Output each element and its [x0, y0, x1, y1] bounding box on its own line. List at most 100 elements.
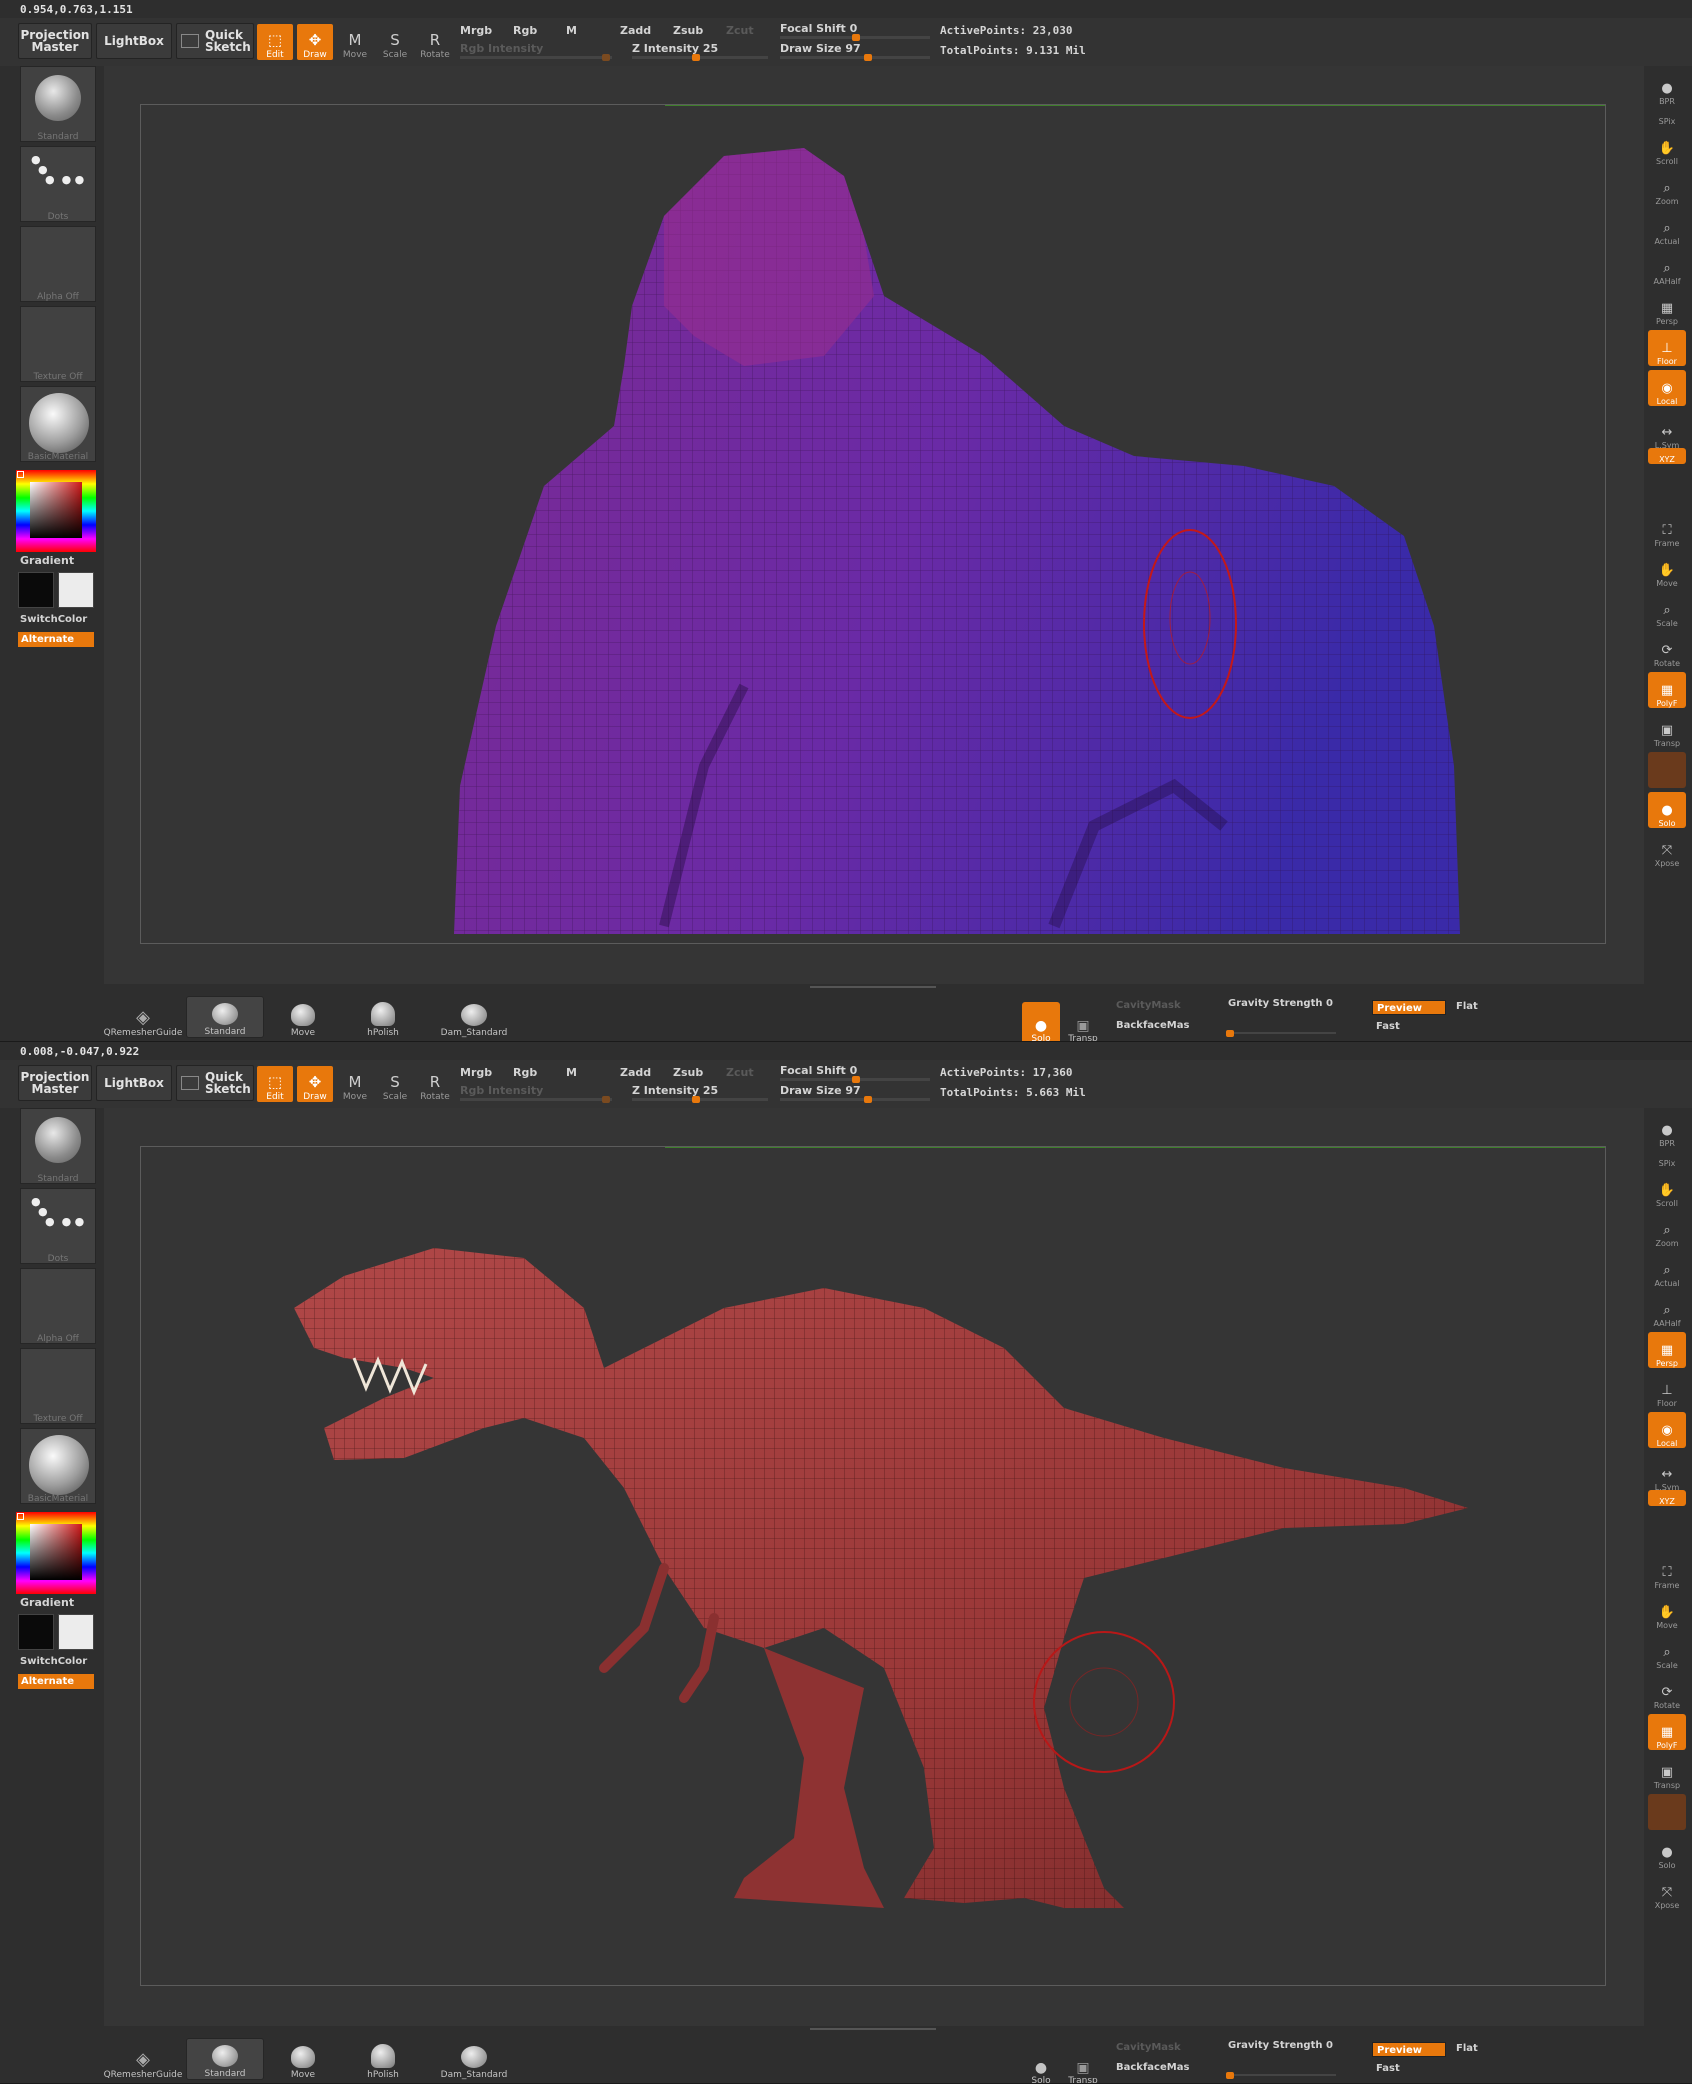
- alternate-button[interactable]: Alternate: [18, 1674, 94, 1689]
- right-lsym-button[interactable]: ↔ L.Sym: [1648, 414, 1686, 450]
- move-button[interactable]: M Move: [337, 1066, 373, 1102]
- gravity-track[interactable]: [1226, 1030, 1336, 1037]
- right-rotate-button[interactable]: ⟳ Rotate: [1648, 632, 1686, 668]
- scale-button[interactable]: S Scale: [377, 24, 413, 60]
- rotate-button[interactable]: R Rotate: [417, 24, 453, 60]
- focal-shift-track[interactable]: [780, 34, 930, 41]
- right-frame-button[interactable]: ⛶ Frame: [1648, 1554, 1686, 1590]
- rgb-intensity-slider[interactable]: Rgb Intensity: [460, 1084, 543, 1097]
- switch-color-button[interactable]: SwitchColor: [20, 614, 87, 625]
- brush-hpolish[interactable]: hPolish: [344, 2038, 422, 2080]
- brush-thumbnail[interactable]: [20, 1108, 96, 1184]
- right-zoom-button[interactable]: ⌕ Zoom: [1648, 170, 1686, 206]
- backface-mask-toggle[interactable]: BackfaceMas: [1116, 2062, 1189, 2073]
- lightbox-button[interactable]: LightBox: [96, 23, 172, 59]
- right-frame-button[interactable]: ⛶ Frame: [1648, 512, 1686, 548]
- brush-qremesher[interactable]: ◈ QRemesherGuide: [104, 2038, 183, 2080]
- right-polyf-button[interactable]: ▦ PolyF: [1648, 1714, 1686, 1750]
- draw-size-slider[interactable]: Draw Size 97: [780, 1084, 861, 1097]
- right-xyz-button[interactable]: XYZ: [1648, 448, 1686, 464]
- draw-size-track[interactable]: [780, 1096, 930, 1103]
- right-polyf-button[interactable]: ▦ PolyF: [1648, 672, 1686, 708]
- right-move-button[interactable]: ✋ Move: [1648, 552, 1686, 588]
- focal-shift-slider[interactable]: Focal Shift 0: [780, 1064, 857, 1077]
- right-xpose-button[interactable]: ⤧ Xpose: [1648, 1874, 1686, 1910]
- draw-size-slider[interactable]: Draw Size 97: [780, 42, 861, 55]
- material-swatch[interactable]: [1648, 1794, 1686, 1830]
- draw-size-track[interactable]: [780, 54, 930, 61]
- brush-move[interactable]: Move: [264, 996, 342, 1038]
- cavity-mask-toggle[interactable]: CavityMask: [1116, 1000, 1181, 1011]
- material-thumbnail[interactable]: [20, 386, 96, 462]
- right-move-button[interactable]: ✋ Move: [1648, 1594, 1686, 1630]
- right-zoom-button[interactable]: ⌕ Zoom: [1648, 1212, 1686, 1248]
- brush-thumbnail[interactable]: [20, 66, 96, 142]
- primary-color-swatch[interactable]: [18, 572, 54, 608]
- color-picker[interactable]: [16, 1512, 96, 1594]
- right-scroll-button[interactable]: ✋ Scroll: [1648, 130, 1686, 166]
- rotate-button[interactable]: R Rotate: [417, 1066, 453, 1102]
- document-canvas[interactable]: [104, 1108, 1644, 2026]
- zcut-button[interactable]: Zcut: [726, 24, 754, 37]
- backface-mask-toggle[interactable]: BackfaceMas: [1116, 1020, 1189, 1031]
- gradient-label[interactable]: Gradient: [20, 554, 74, 567]
- brush-dam-standard[interactable]: Dam_Standard: [426, 2038, 522, 2080]
- document-canvas[interactable]: [104, 66, 1644, 984]
- transp-button[interactable]: ▣ Transp: [1064, 2044, 1102, 2083]
- zsub-button[interactable]: Zsub: [673, 1066, 703, 1079]
- preview-button[interactable]: Preview: [1372, 1000, 1446, 1015]
- m-button[interactable]: M: [566, 24, 577, 37]
- fast-button[interactable]: Fast: [1376, 2063, 1400, 2074]
- rgb-button[interactable]: Rgb: [513, 24, 537, 37]
- flat-button[interactable]: Flat: [1456, 2043, 1478, 2054]
- rgb-button[interactable]: Rgb: [513, 1066, 537, 1079]
- texture-thumbnail[interactable]: [20, 306, 96, 382]
- brush-standard[interactable]: Standard: [186, 996, 264, 1038]
- gradient-label[interactable]: Gradient: [20, 1596, 74, 1609]
- brush-move[interactable]: Move: [264, 2038, 342, 2080]
- right-xyz-button[interactable]: XYZ: [1648, 1490, 1686, 1506]
- right-transp-button[interactable]: ▣ Transp: [1648, 1754, 1686, 1790]
- edit-button[interactable]: ⬚ Edit: [257, 24, 293, 60]
- rgb-intensity-slider[interactable]: Rgb Intensity: [460, 42, 543, 55]
- rgb-intensity-track[interactable]: [460, 1096, 612, 1103]
- right-bpr-button[interactable]: ● BPR: [1648, 70, 1686, 106]
- draw-button[interactable]: ✥ Draw: [297, 1066, 333, 1102]
- right-transp-button[interactable]: ▣ Transp: [1648, 712, 1686, 748]
- primary-color-swatch[interactable]: [18, 1614, 54, 1650]
- brush-standard[interactable]: Standard: [186, 2038, 264, 2080]
- right-bpr-button[interactable]: ● BPR: [1648, 1112, 1686, 1148]
- texture-thumbnail[interactable]: [20, 1348, 96, 1424]
- gravity-strength-slider[interactable]: Gravity Strength 0: [1228, 2040, 1333, 2051]
- color-picker[interactable]: [16, 470, 96, 552]
- m-button[interactable]: M: [566, 1066, 577, 1079]
- right-local-button[interactable]: ◉ Local: [1648, 370, 1686, 406]
- right-spix-button[interactable]: SPix: [1648, 1150, 1686, 1168]
- focal-shift-slider[interactable]: Focal Shift 0: [780, 22, 857, 35]
- right-floor-button[interactable]: ⊥ Floor: [1648, 1372, 1686, 1408]
- z-intensity-slider[interactable]: Z Intensity 25: [632, 42, 718, 55]
- right-lsym-button[interactable]: ↔ L.Sym: [1648, 1456, 1686, 1492]
- material-thumbnail[interactable]: [20, 1428, 96, 1504]
- right-floor-button[interactable]: ⊥ Floor: [1648, 330, 1686, 366]
- model-view[interactable]: [104, 66, 1644, 984]
- alpha-thumbnail[interactable]: [20, 226, 96, 302]
- mrgb-button[interactable]: Mrgb: [460, 1066, 492, 1079]
- right-xpose-button[interactable]: ⤧ Xpose: [1648, 832, 1686, 868]
- gravity-track[interactable]: [1226, 2072, 1336, 2079]
- draw-button[interactable]: ✥ Draw: [297, 24, 333, 60]
- right-solo-button[interactable]: ● Solo: [1648, 1834, 1686, 1870]
- mrgb-button[interactable]: Mrgb: [460, 24, 492, 37]
- stroke-thumbnail[interactable]: ● ● ● ● ●: [20, 1188, 96, 1264]
- right-scroll-button[interactable]: ✋ Scroll: [1648, 1172, 1686, 1208]
- right-scale-button[interactable]: ⌕ Scale: [1648, 1634, 1686, 1670]
- switch-color-button[interactable]: SwitchColor: [20, 1656, 87, 1667]
- z-intensity-track[interactable]: [632, 1096, 768, 1103]
- right-aahalf-button[interactable]: ⌕ AAHalf: [1648, 1292, 1686, 1328]
- edit-button[interactable]: ⬚ Edit: [257, 1066, 293, 1102]
- scale-button[interactable]: S Scale: [377, 1066, 413, 1102]
- right-persp-button[interactable]: ▦ Persp: [1648, 1332, 1686, 1368]
- right-spix-button[interactable]: SPix: [1648, 108, 1686, 126]
- rgb-intensity-track[interactable]: [460, 54, 612, 61]
- zadd-button[interactable]: Zadd: [620, 1066, 651, 1079]
